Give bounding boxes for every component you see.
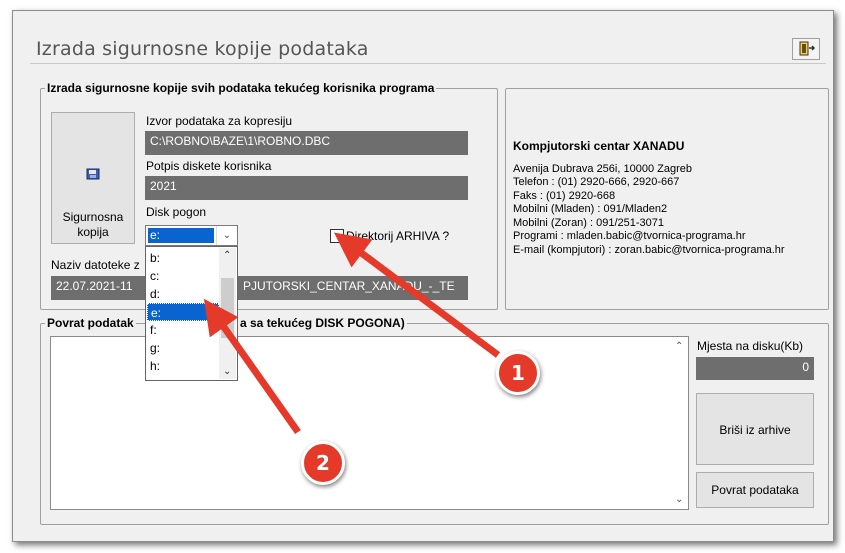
annotation-arrows (203, 232, 501, 435)
arrow-2 (203, 298, 301, 435)
callout-1: 1 (496, 351, 540, 395)
callout-2: 2 (301, 441, 345, 485)
arrow-1 (333, 232, 501, 358)
